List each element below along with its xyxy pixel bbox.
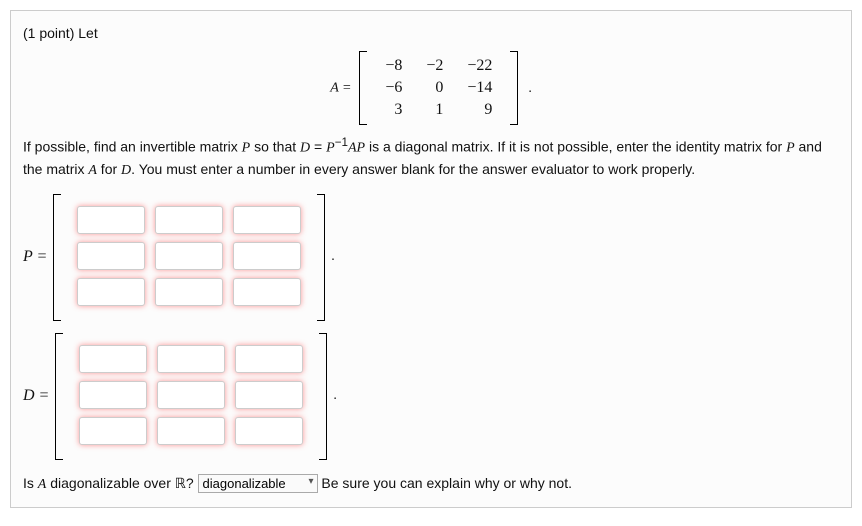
a-2-0: 3	[373, 99, 414, 121]
p-1-1[interactable]	[155, 242, 223, 270]
question-note: Be sure you can explain why or why not.	[321, 475, 572, 491]
p-left-bracket	[53, 194, 61, 321]
a-1-1: 0	[414, 77, 455, 99]
a-0-0: −8	[373, 55, 414, 77]
p-2-1[interactable]	[155, 278, 223, 306]
d-right-bracket	[319, 333, 327, 460]
matrix-a-prefix: A =	[330, 81, 351, 96]
d-1-2[interactable]	[235, 381, 303, 409]
a-1-0: −6	[373, 77, 414, 99]
d-0-1[interactable]	[157, 345, 225, 373]
a-1-2: −14	[455, 77, 504, 99]
d-0-0[interactable]	[79, 345, 147, 373]
p-2-0[interactable]	[77, 278, 145, 306]
instruction-text: If possible, find an invertible matrix P…	[23, 135, 839, 181]
matrix-a-suffix: .	[528, 81, 532, 96]
diagonalizable-select[interactable]: diagonalizable	[198, 474, 318, 493]
a-0-2: −22	[455, 55, 504, 77]
a-2-2: 9	[455, 99, 504, 121]
d-2-0[interactable]	[79, 417, 147, 445]
d-label: D =	[23, 387, 49, 405]
matrix-a-body: −8 −2 −22 −6 0 −14 3 1 9	[373, 55, 504, 121]
p-matrix-inputs	[67, 198, 311, 314]
p-2-2[interactable]	[233, 278, 301, 306]
d-0-2[interactable]	[235, 345, 303, 373]
d-2-2[interactable]	[235, 417, 303, 445]
p-0-2[interactable]	[233, 206, 301, 234]
left-bracket	[359, 51, 367, 125]
diagonalizable-question-line: Is A diagonalizable over ℝ? diagonalizab…	[23, 474, 839, 493]
p-0-0[interactable]	[77, 206, 145, 234]
d-1-1[interactable]	[157, 381, 225, 409]
p-period: .	[331, 249, 335, 265]
right-bracket	[510, 51, 518, 125]
a-0-1: −2	[414, 55, 455, 77]
p-right-bracket	[317, 194, 325, 321]
d-1-0[interactable]	[79, 381, 147, 409]
p-label: P =	[23, 248, 47, 266]
points-line: (1 point) Let	[23, 23, 839, 43]
d-2-1[interactable]	[157, 417, 225, 445]
p-0-1[interactable]	[155, 206, 223, 234]
matrix-a-display: A = −8 −2 −22 −6 0 −14 3	[23, 51, 839, 125]
p-1-0[interactable]	[77, 242, 145, 270]
d-period: .	[333, 388, 337, 404]
question-prefix: Is A diagonalizable over ℝ?	[23, 475, 194, 491]
p-1-2[interactable]	[233, 242, 301, 270]
a-2-1: 1	[414, 99, 455, 121]
d-left-bracket	[55, 333, 63, 460]
d-matrix-inputs	[69, 337, 313, 453]
